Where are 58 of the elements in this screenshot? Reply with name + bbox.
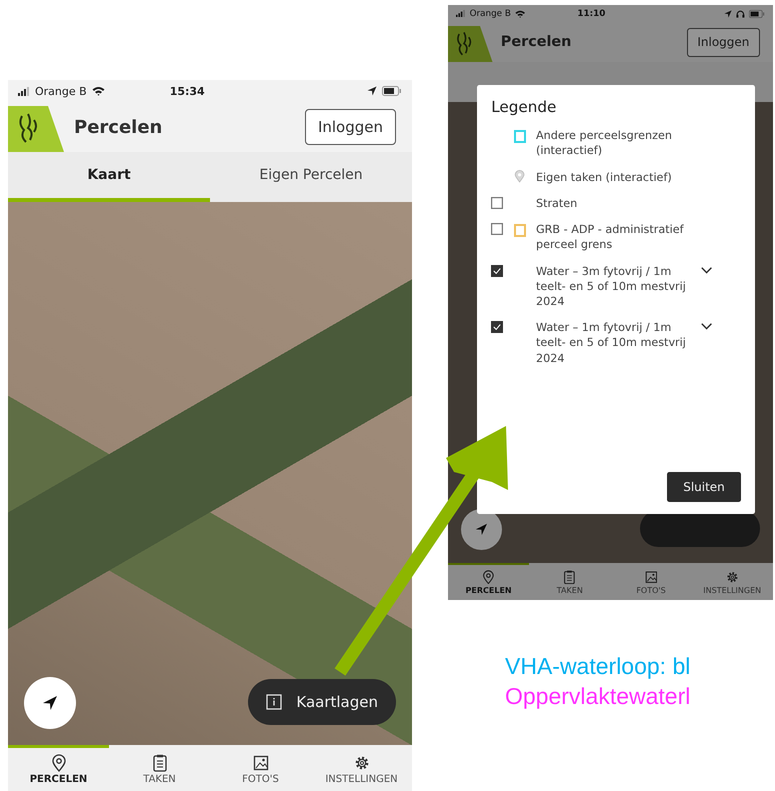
legend-label: Water – 3m fytovrij / 1m teelt- en 5 of 10m mestvrij 2024 bbox=[536, 264, 687, 310]
nav-tab[interactable]: PERCELEN bbox=[8, 745, 109, 791]
location-arrow-icon bbox=[367, 86, 377, 96]
clipboard-icon bbox=[152, 754, 168, 772]
settings-icon bbox=[354, 754, 370, 772]
lion-logo bbox=[8, 106, 64, 152]
nav-tab[interactable]: INSTELLINGEN bbox=[311, 745, 412, 791]
clock-time: 15:34 bbox=[170, 84, 205, 98]
clipboard-icon bbox=[563, 570, 576, 584]
location-pin-icon bbox=[50, 754, 66, 772]
legend-label: Eigen taken (interactief) bbox=[536, 170, 673, 185]
login-button[interactable]: Inloggen bbox=[686, 28, 760, 57]
nav-tab[interactable]: TAKEN bbox=[529, 563, 610, 600]
clock-time: 11:10 bbox=[577, 8, 606, 19]
signal-icon bbox=[456, 10, 466, 18]
photo-icon bbox=[644, 570, 658, 584]
navigation-arrow-icon bbox=[475, 523, 488, 536]
battery-icon bbox=[382, 86, 402, 96]
locate-button[interactable] bbox=[460, 508, 502, 550]
navigation-arrow-icon bbox=[42, 695, 58, 711]
lion-logo bbox=[448, 26, 493, 62]
app-title: Percelen bbox=[500, 34, 572, 50]
nav-tab[interactable]: FOTO'S bbox=[610, 563, 692, 600]
login-button[interactable]: Inloggen bbox=[304, 109, 396, 145]
location-pin-icon bbox=[482, 570, 495, 584]
nav-tab[interactable]: INSTELLINGEN bbox=[692, 563, 773, 600]
close-button[interactable]: Sluiten bbox=[667, 472, 741, 502]
settings-icon bbox=[726, 570, 739, 584]
dialog-title: Legende bbox=[491, 98, 558, 116]
battery-icon bbox=[748, 10, 765, 18]
wifi-icon bbox=[92, 86, 105, 96]
legend-label: Andere perceelsgrenzen (interactief) bbox=[536, 128, 673, 159]
legend-label: Straten bbox=[536, 196, 578, 212]
location-pin-icon bbox=[514, 170, 525, 183]
tab[interactable]: Eigen Percelen bbox=[210, 152, 412, 202]
signal-icon bbox=[18, 86, 30, 96]
checkbox[interactable] bbox=[491, 264, 504, 277]
checkbox[interactable] bbox=[491, 196, 504, 209]
wifi-icon bbox=[514, 10, 526, 18]
carrier-name: Orange B bbox=[35, 84, 87, 98]
checkbox[interactable] bbox=[491, 321, 504, 334]
photo-icon bbox=[252, 754, 268, 772]
legend-label: GRB - ADP - administratief perceel grens bbox=[536, 222, 685, 253]
chevron-down-icon[interactable] bbox=[700, 323, 712, 331]
caption-text: VHA-waterloop: bl bbox=[505, 652, 690, 681]
map-layers-button[interactable]: Kaartlagen bbox=[248, 679, 396, 725]
info-icon bbox=[266, 694, 282, 710]
location-arrow-icon bbox=[724, 10, 732, 18]
nav-tab[interactable]: PERCELEN bbox=[448, 563, 530, 600]
checkbox[interactable] bbox=[491, 223, 504, 236]
chevron-down-icon[interactable] bbox=[700, 266, 712, 274]
legend-label: Water – 1m fytovrij / 1m teelt- en 5 of 10m mestvrij 2024 bbox=[536, 320, 687, 366]
carrier-name: Orange B bbox=[470, 8, 511, 19]
nav-tab[interactable]: FOTO'S bbox=[210, 745, 311, 791]
nav-tab[interactable]: TAKEN bbox=[109, 745, 210, 791]
locate-button[interactable] bbox=[24, 677, 76, 729]
app-title: Percelen bbox=[74, 116, 162, 138]
caption-text: Oppervlaktewaterl bbox=[505, 682, 690, 711]
